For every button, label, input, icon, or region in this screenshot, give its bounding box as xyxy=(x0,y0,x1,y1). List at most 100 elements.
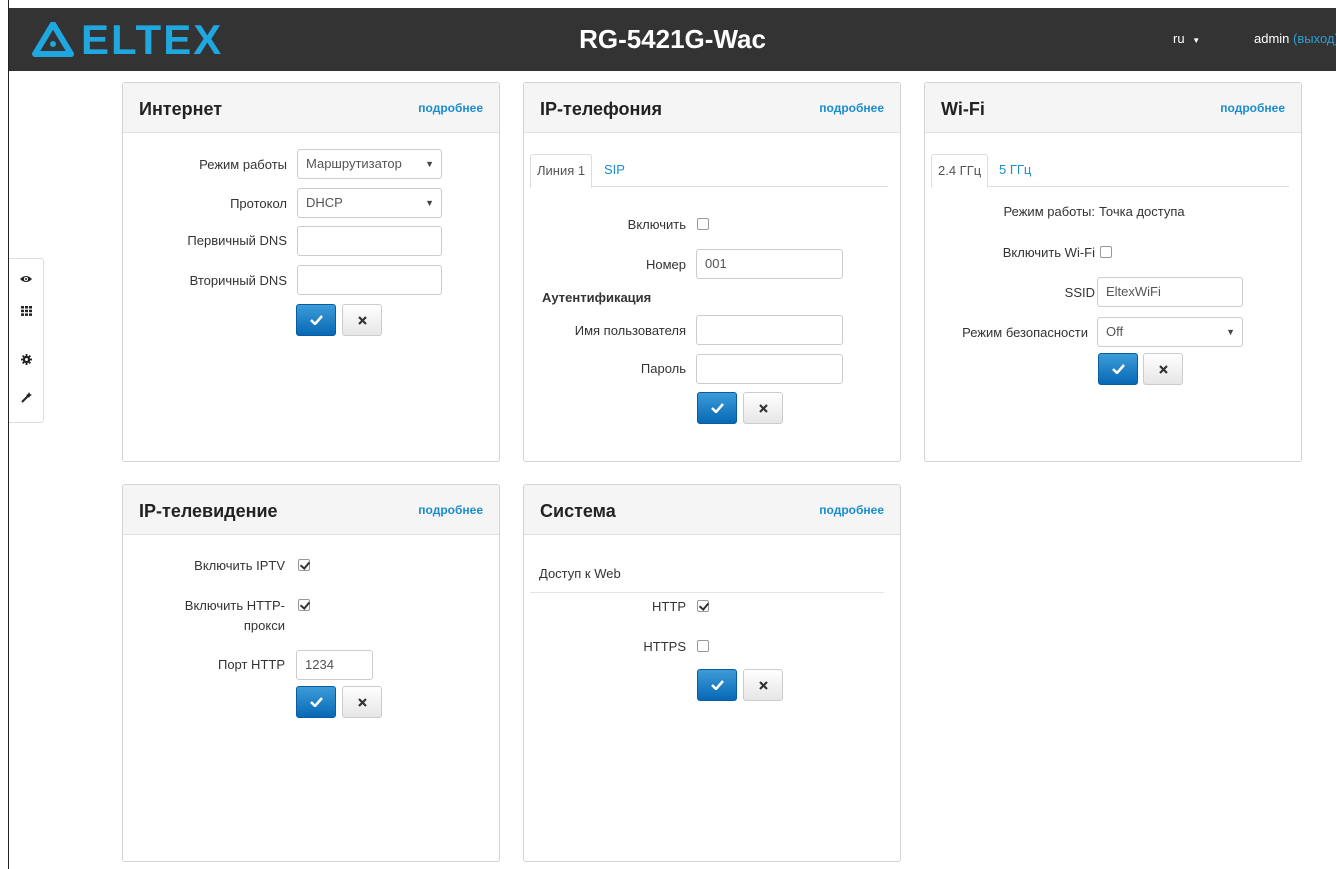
dns1-label: Первичный DNS xyxy=(187,233,287,248)
internet-more-link[interactable]: подробнее xyxy=(418,101,483,115)
enable-label: Включить xyxy=(627,217,686,232)
wifi-apply-button[interactable] xyxy=(1098,353,1138,385)
web-access-title: Доступ к Web xyxy=(539,566,621,581)
wifi-cancel-button[interactable] xyxy=(1143,353,1183,385)
wifi-panel-header: Wi-Fi подробнее xyxy=(925,83,1301,133)
http-checkbox[interactable] xyxy=(697,600,709,612)
dns2-label: Вторичный DNS xyxy=(189,273,287,288)
voip-panel: IP-телефония подробнее Линия 1 SIP Включ… xyxy=(523,82,901,462)
wifi-mode-value: Точка доступа xyxy=(1099,204,1185,219)
system-panel: Система подробнее Доступ к Web HTTP HTTP… xyxy=(523,484,901,862)
ssid-label: SSID xyxy=(1064,285,1095,300)
protocol-select[interactable]: DHCP ▼ xyxy=(297,188,442,218)
chevron-down-icon: ▼ xyxy=(425,198,434,208)
close-icon xyxy=(357,315,367,325)
gear-icon xyxy=(20,353,32,365)
number-label: Номер xyxy=(645,257,686,272)
security-select-value: Off xyxy=(1106,324,1124,339)
chevron-down-icon: ▼ xyxy=(1226,327,1235,337)
window-left-edge xyxy=(0,0,9,869)
security-label: Режим безопасности xyxy=(962,325,1088,340)
iptv-more-link[interactable]: подробнее xyxy=(418,503,483,517)
panel-title: Интернет xyxy=(139,99,223,119)
iptv-enable-label: Включить IPTV xyxy=(194,558,285,573)
sidebar-item-settings[interactable] xyxy=(9,347,43,371)
chevron-down-icon: ▼ xyxy=(425,159,434,169)
top-navbar: ELTEX RG-5421G-Wac ru ▼ admin (выход) xyxy=(9,8,1336,71)
http-proxy-label-line2: прокси xyxy=(243,618,285,633)
system-panel-header: Система подробнее xyxy=(524,485,900,535)
internet-cancel-button[interactable] xyxy=(342,304,382,336)
check-icon xyxy=(710,680,724,690)
https-checkbox[interactable] xyxy=(697,640,709,652)
close-icon xyxy=(758,680,768,690)
chevron-down-icon: ▼ xyxy=(1192,36,1201,45)
http-port-label: Порт HTTP xyxy=(217,657,285,672)
language-label: ru xyxy=(1173,31,1185,46)
user-area: admin (выход) xyxy=(1254,31,1336,46)
eye-icon xyxy=(20,276,32,282)
wifi-tabs: 2.4 ГГц 5 ГГц xyxy=(931,150,1289,188)
password-label: Пароль xyxy=(640,361,686,376)
voip-cancel-button[interactable] xyxy=(743,392,783,424)
voip-more-link[interactable]: подробнее xyxy=(819,101,884,115)
https-label: HTTPS xyxy=(643,639,686,654)
iptv-cancel-button[interactable] xyxy=(342,686,382,718)
wifi-enable-label: Включить Wi-Fi xyxy=(1002,245,1095,260)
tab-2-4ghz[interactable]: 2.4 ГГц xyxy=(931,154,989,188)
section-divider xyxy=(530,592,884,593)
sidebar-item-dashboard[interactable] xyxy=(9,299,43,323)
mode-select-value: Маршрутизатор xyxy=(306,156,402,171)
voip-apply-button[interactable] xyxy=(697,392,737,424)
close-icon xyxy=(357,697,367,707)
wifi-panel: Wi-Fi подробнее 2.4 ГГц 5 ГГц Режим рабо… xyxy=(924,82,1302,462)
protocol-label: Протокол xyxy=(230,196,287,211)
close-icon xyxy=(758,403,768,413)
panel-title: Система xyxy=(540,501,616,521)
system-cancel-button[interactable] xyxy=(743,669,783,701)
grid-icon xyxy=(20,306,32,316)
http-label: HTTP xyxy=(652,599,686,614)
iptv-apply-button[interactable] xyxy=(296,686,336,718)
wifi-enable-checkbox[interactable] xyxy=(1100,246,1112,258)
tab-line-1[interactable]: Линия 1 xyxy=(530,154,593,188)
sidebar-item-wizard[interactable] xyxy=(9,385,43,409)
wand-icon xyxy=(20,391,32,403)
voip-enable-checkbox[interactable] xyxy=(697,218,709,230)
panel-title: IP-телефония xyxy=(540,99,662,119)
check-icon xyxy=(309,315,323,325)
sidebar-item-monitoring[interactable] xyxy=(9,267,43,291)
wifi-mode-label: Режим работы: xyxy=(1003,204,1095,219)
device-title: RG-5421G-Wac xyxy=(579,24,766,54)
voip-tabs: Линия 1 SIP xyxy=(530,150,888,188)
logout-link[interactable]: (выход) xyxy=(1293,31,1336,46)
password-input[interactable] xyxy=(696,354,843,384)
http-port-input[interactable]: 1234 xyxy=(296,650,373,680)
dns1-input[interactable] xyxy=(297,226,442,256)
wifi-more-link[interactable]: подробнее xyxy=(1220,101,1285,115)
ssid-input[interactable]: EltexWiFi xyxy=(1097,277,1243,307)
internet-apply-button[interactable] xyxy=(296,304,336,336)
dns2-input[interactable] xyxy=(297,265,442,295)
check-icon xyxy=(309,697,323,707)
mode-select[interactable]: Маршрутизатор ▼ xyxy=(297,149,442,179)
system-more-link[interactable]: подробнее xyxy=(819,503,884,517)
internet-panel: Интернет подробнее Режим работы Маршрути… xyxy=(122,82,500,462)
check-icon xyxy=(710,403,724,413)
language-dropdown[interactable]: ru ▼ xyxy=(1173,31,1200,46)
security-select[interactable]: Off ▼ xyxy=(1097,317,1243,347)
number-input[interactable]: 001 xyxy=(696,249,843,279)
protocol-select-value: DHCP xyxy=(306,195,343,210)
tab-5ghz[interactable]: 5 ГГц xyxy=(993,154,1037,188)
username-input[interactable] xyxy=(696,315,843,345)
tab-sip[interactable]: SIP xyxy=(598,154,631,188)
panel-title: Wi-Fi xyxy=(941,99,985,119)
voip-panel-header: IP-телефония подробнее xyxy=(524,83,900,133)
internet-panel-header: Интернет подробнее xyxy=(123,83,499,133)
http-proxy-checkbox[interactable] xyxy=(298,599,310,611)
close-icon xyxy=(1158,364,1168,374)
http-proxy-label-line1: Включить HTTP- xyxy=(184,598,285,613)
iptv-enable-checkbox[interactable] xyxy=(298,559,310,571)
username-label: Имя пользователя xyxy=(574,323,686,338)
system-apply-button[interactable] xyxy=(697,669,737,701)
